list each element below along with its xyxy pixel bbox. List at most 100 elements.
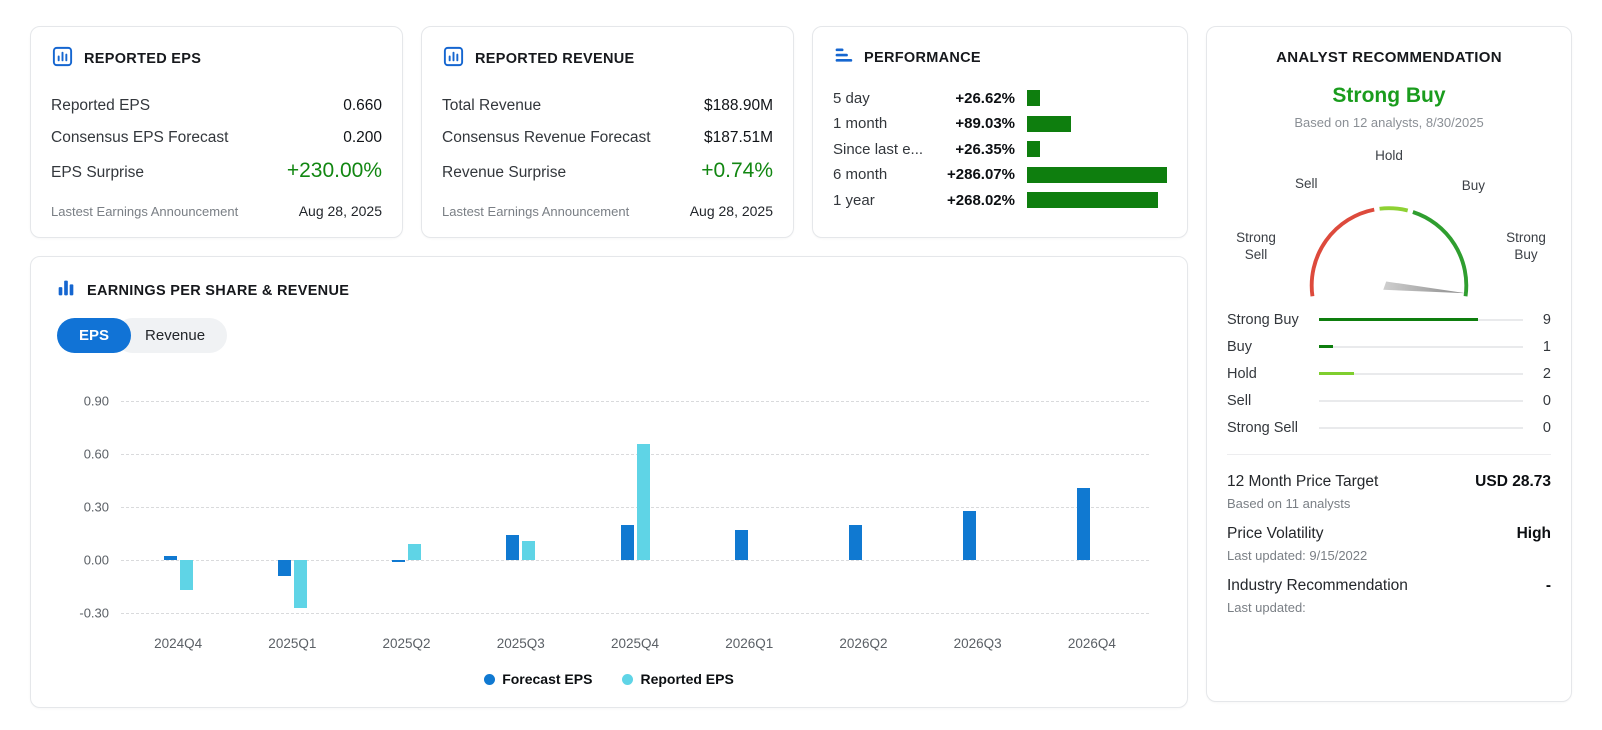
dashboard-page: REPORTED EPS Reported EPS 0.660 Consensu…: [0, 0, 1602, 730]
reported-eps-card: REPORTED EPS Reported EPS 0.660 Consensu…: [30, 26, 403, 238]
gauge-label-hold: Hold: [1375, 148, 1403, 165]
distribution-track: [1319, 346, 1523, 348]
x-axis-label: 2025Q3: [497, 636, 545, 651]
consensus-subtitle: Based on 12 analysts, 8/30/2025: [1227, 115, 1551, 130]
distribution-fill: [1319, 345, 1333, 348]
distribution-label: Strong Sell: [1227, 420, 1315, 436]
x-axis-label: 2026Q1: [725, 636, 773, 651]
reported-revenue-card: REPORTED REVENUE Total Revenue $188.90M …: [421, 26, 794, 238]
distribution-track: [1319, 400, 1523, 402]
x-axis-label: 2024Q4: [154, 636, 202, 651]
chart-legend: Forecast EPS Reported EPS: [55, 671, 1163, 687]
bar-chart-icon: [55, 277, 77, 304]
performance-bar: [1027, 116, 1071, 132]
forecast-eps-dot-icon: [484, 674, 495, 685]
chart-card-header: EARNINGS PER SHARE & REVENUE: [55, 277, 1163, 304]
summary-cards-row: REPORTED EPS Reported EPS 0.660 Consensu…: [30, 26, 1188, 238]
performance-bar: [1027, 167, 1167, 183]
card-title: REPORTED EPS: [84, 51, 201, 67]
legend-item-reported-eps[interactable]: Reported EPS: [622, 671, 733, 687]
row-label: EPS Surprise: [51, 164, 144, 182]
forecast-eps-bar[interactable]: [392, 560, 405, 562]
y-axis-tick: 0.60: [63, 447, 109, 462]
gauge-label-strong-buy: Strong Buy: [1501, 230, 1551, 264]
distribution-count: 2: [1535, 366, 1551, 382]
chart-tabs: EPS Revenue: [57, 318, 1163, 353]
industry-recommendation-row: Industry Recommendation -: [1227, 577, 1551, 595]
reported-eps-card-header: REPORTED EPS: [51, 45, 382, 73]
x-axis-label: 2026Q2: [839, 636, 887, 651]
row-label: Lastest Earnings Announcement: [51, 204, 238, 219]
y-axis-tick: 0.90: [63, 394, 109, 409]
distribution-label: Hold: [1227, 366, 1315, 382]
row-value: Aug 28, 2025: [690, 203, 773, 219]
row-label: Total Revenue: [442, 97, 541, 115]
divider: [1227, 454, 1551, 455]
period-label: Since last e...: [833, 141, 929, 158]
distribution-label: Sell: [1227, 393, 1315, 409]
card-title: PERFORMANCE: [864, 50, 981, 66]
performance-row: Since last e... +26.35%: [833, 141, 1167, 158]
tab-eps[interactable]: EPS: [57, 318, 131, 353]
reported-eps-bar[interactable]: [408, 544, 421, 560]
performance-bar: [1027, 141, 1040, 157]
forecast-eps-bar[interactable]: [506, 535, 519, 560]
report-chart-icon: [442, 45, 465, 73]
distribution-row: Strong Sell 0: [1227, 420, 1551, 436]
forecast-eps-bar[interactable]: [849, 525, 862, 560]
gridline: [121, 401, 1149, 402]
revenue-row: Total Revenue $188.90M: [442, 97, 773, 115]
volatility-value: High: [1517, 525, 1551, 543]
row-label: Revenue Surprise: [442, 164, 566, 182]
eps-surprise-row: EPS Surprise +230.00%: [51, 159, 382, 183]
period-label: 6 month: [833, 166, 929, 183]
chart-title: EARNINGS PER SHARE & REVENUE: [87, 283, 349, 299]
forecast-eps-bar[interactable]: [278, 560, 291, 576]
gridline: [121, 560, 1149, 561]
distribution-row: Hold 2: [1227, 366, 1551, 382]
row-value: 0.200: [343, 129, 382, 147]
performance-card-header: PERFORMANCE: [833, 45, 1167, 71]
y-axis-tick: 0.30: [63, 500, 109, 515]
forecast-eps-bar[interactable]: [164, 556, 177, 560]
revenue-announcement-row: Lastest Earnings Announcement Aug 28, 20…: [442, 203, 773, 219]
row-value: $188.90M: [704, 97, 773, 115]
tab-revenue[interactable]: Revenue: [115, 318, 227, 353]
forecast-eps-bar[interactable]: [735, 530, 748, 560]
period-change-value: +26.35%: [929, 141, 1015, 158]
performance-row: 6 month +286.07%: [833, 166, 1167, 183]
volatility-label: Price Volatility: [1227, 525, 1323, 543]
eps-revenue-chart-card: EARNINGS PER SHARE & REVENUE EPS Revenue…: [30, 256, 1188, 708]
row-label: Reported EPS: [51, 97, 150, 115]
reported-eps-bar[interactable]: [180, 560, 193, 590]
distribution-label: Buy: [1227, 339, 1315, 355]
price-target-row: 12 Month Price Target USD 28.73: [1227, 473, 1551, 491]
legend-item-forecast-eps[interactable]: Forecast EPS: [484, 671, 592, 687]
industry-recommendation-value: -: [1546, 577, 1551, 595]
period-change-value: +26.62%: [929, 90, 1015, 107]
forecast-eps-bar[interactable]: [963, 511, 976, 560]
eps-row: Consensus EPS Forecast 0.200: [51, 129, 382, 147]
card-title: REPORTED REVENUE: [475, 51, 635, 67]
distribution-track: [1319, 319, 1523, 321]
price-target-label: 12 Month Price Target: [1227, 473, 1378, 491]
x-axis-label: 2025Q2: [383, 636, 431, 651]
forecast-eps-bar[interactable]: [621, 525, 634, 560]
reported-eps-bar[interactable]: [294, 560, 307, 608]
distribution-row: Buy 1: [1227, 339, 1551, 355]
forecast-eps-bar[interactable]: [1077, 488, 1090, 560]
period-label: 5 day: [833, 90, 929, 107]
performance-row: 1 year +268.02%: [833, 192, 1167, 209]
distribution-count: 0: [1535, 393, 1551, 409]
right-column: ANALYST RECOMMENDATION Strong Buy Based …: [1206, 26, 1572, 702]
distribution-track: [1319, 427, 1523, 429]
reported-eps-dot-icon: [622, 674, 633, 685]
performance-row: 1 month +89.03%: [833, 115, 1167, 132]
legend-label: Forecast EPS: [502, 671, 592, 687]
volatility-row: Price Volatility High: [1227, 525, 1551, 543]
eps-announcement-row: Lastest Earnings Announcement Aug 28, 20…: [51, 203, 382, 219]
row-label: Lastest Earnings Announcement: [442, 204, 629, 219]
reported-eps-bar[interactable]: [637, 444, 650, 560]
reported-eps-bar[interactable]: [522, 541, 535, 560]
distribution-track: [1319, 373, 1523, 375]
